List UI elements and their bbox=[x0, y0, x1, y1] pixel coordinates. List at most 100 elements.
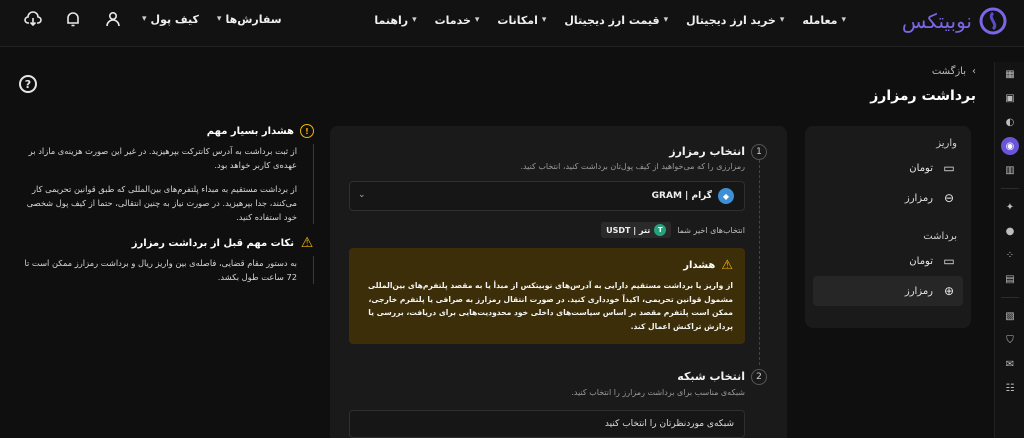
bank-icon: ▭ bbox=[943, 161, 955, 175]
nav-features[interactable]: امکانات ▾ bbox=[497, 14, 546, 27]
chevron-down-icon: ▾ bbox=[663, 15, 669, 25]
coin-icon[interactable]: ● bbox=[995, 219, 1024, 243]
chevron-down-icon: ▾ bbox=[541, 15, 547, 25]
network-select[interactable]: شبکه‌ی موردنظرتان را انتخاب کنید bbox=[349, 410, 745, 438]
download-app-icon[interactable] bbox=[22, 8, 44, 30]
step-2-subtitle: شبکه‌ی مناسب برای برداشت رمزارز را انتخا… bbox=[571, 388, 745, 397]
step-connector bbox=[759, 160, 760, 365]
chevron-down-icon: ⌄ bbox=[358, 190, 366, 200]
warning-triangle-icon: ⚠ bbox=[300, 235, 314, 251]
brand-name: نوبیتکس bbox=[901, 9, 972, 33]
withdraw-group-label: برداشت bbox=[923, 231, 957, 242]
menu-item-label: رمزارز bbox=[904, 192, 933, 204]
download-icon: ⊖ bbox=[943, 191, 955, 205]
wallet-icon[interactable]: ▣ bbox=[995, 86, 1024, 110]
nav-help-label: راهنما bbox=[374, 13, 409, 27]
note-header: ! هشدار بسیار مهم bbox=[12, 124, 314, 138]
top-bar: نوبیتکس معامله ▾ خرید ارز دیجیتال ▾ قیمت ا… bbox=[0, 0, 1024, 47]
nav-services-label: خدمات bbox=[434, 13, 471, 27]
rail-divider bbox=[1000, 188, 1019, 189]
breadcrumb[interactable]: بازگشت ‹ bbox=[932, 66, 976, 77]
nav-wallet[interactable]: ▾ کیف پول bbox=[142, 13, 199, 26]
nav-services[interactable]: خدمات ▾ bbox=[435, 14, 480, 27]
upload-icon: ⊕ bbox=[943, 284, 955, 298]
brand-logo[interactable]: نوبیتکس bbox=[902, 6, 1008, 36]
withdraw-tips-note: ⚠ نکات مهم قبل از برداشت رمزارز به دستور… bbox=[12, 235, 314, 284]
menu-deposit-crypto[interactable]: ⊖ رمزارز bbox=[813, 183, 963, 213]
note-title: هشدار بسیار مهم bbox=[206, 125, 294, 137]
nav-crypto-prices[interactable]: قیمت ارز دیجیتال ▾ bbox=[564, 14, 668, 27]
note-title: نکات مهم قبل از برداشت رمزارز bbox=[131, 237, 294, 249]
chart-icon[interactable]: ▥ bbox=[995, 158, 1024, 182]
recent-selections: انتخاب‌های اخیر شما T تتر | USDT bbox=[601, 222, 745, 238]
users-icon[interactable]: ☷ bbox=[995, 376, 1024, 400]
important-warning-note: ! هشدار بسیار مهم از ثبت برداشت به آدرس … bbox=[12, 124, 314, 224]
bell-icon[interactable] bbox=[62, 8, 84, 30]
note-header: ⚠ نکات مهم قبل از برداشت رمزارز bbox=[12, 235, 314, 251]
note-body: از ثبت برداشت به آدرس کانترکت بپرهیزید. … bbox=[12, 144, 314, 224]
notes-column: ! هشدار بسیار مهم از ثبت برداشت به آدرس … bbox=[12, 124, 314, 296]
nav-help[interactable]: راهنما ▾ bbox=[374, 14, 416, 27]
chevron-down-icon: ▾ bbox=[412, 15, 417, 25]
note-body: به دستور مقام قضایی، فاصله‌ی بین واریز ر… bbox=[12, 256, 314, 284]
page-title: برداشت رمزارز bbox=[870, 88, 976, 104]
network-icon[interactable]: ⁘ bbox=[995, 243, 1024, 267]
rail-divider bbox=[1000, 297, 1019, 298]
nav-wallet-label: کیف پول bbox=[150, 12, 199, 26]
nav-buy-crypto-label: خرید ارز دیجیتال bbox=[686, 13, 776, 27]
chevron-down-icon: ▾ bbox=[216, 14, 222, 24]
menu-deposit-toman[interactable]: ▭ تومان bbox=[813, 153, 963, 183]
chevron-down-icon: ▾ bbox=[841, 15, 846, 25]
bank-icon: ▭ bbox=[943, 254, 955, 268]
warning-box: ⚠ هشدار از واریز یا برداشت مستقیم دارایی… bbox=[349, 248, 745, 344]
step-2-title: انتخاب شبکه bbox=[677, 370, 745, 383]
chevron-down-icon: ▾ bbox=[779, 15, 785, 25]
dashboard-icon[interactable]: ▦ bbox=[995, 62, 1024, 86]
settings-icon[interactable]: ✦ bbox=[995, 195, 1024, 219]
main-nav: معامله ▾ خرید ارز دیجیتال ▾ قیمت ارز دیجیت… bbox=[374, 0, 846, 40]
profile-card-icon[interactable]: ▧ bbox=[995, 304, 1024, 328]
nav-buy-crypto[interactable]: خرید ارز دیجیتال ▾ bbox=[686, 14, 784, 27]
nav-orders-label: سفارش‌ها bbox=[225, 12, 282, 26]
network-select-placeholder: شبکه‌ی موردنظرتان را انتخاب کنید bbox=[604, 419, 734, 429]
help-icon[interactable]: ? bbox=[19, 75, 37, 93]
warning-body: از واریز یا برداشت مستقیم دارایی به آدرس… bbox=[368, 281, 733, 331]
menu-item-label: تومان bbox=[909, 255, 933, 267]
crypto-active-icon[interactable]: ◉ bbox=[995, 134, 1024, 158]
step-1-subtitle: رمزارزی را که می‌خواهید از کیف پول‌تان ب… bbox=[520, 162, 745, 171]
menu-item-label: تومان bbox=[909, 162, 933, 174]
user-icon[interactable] bbox=[102, 8, 124, 30]
recent-label: انتخاب‌های اخیر شما bbox=[677, 225, 745, 235]
shield-icon[interactable]: ⛉ bbox=[995, 328, 1024, 352]
note-paragraph: به دستور مقام قضایی، فاصله‌ی بین واریز ر… bbox=[24, 258, 297, 282]
clipboard-icon[interactable]: ▤ bbox=[995, 267, 1024, 291]
gram-coin-icon: ◆ bbox=[718, 188, 734, 204]
nav-trade-label: معامله bbox=[802, 13, 838, 27]
step-1-title: انتخاب رمزارز bbox=[669, 145, 745, 158]
nav-orders[interactable]: ▾ سفارش‌ها bbox=[217, 13, 282, 26]
note-paragraph: از برداشت مستقیم به مبداء پلتفرم‌های بین… bbox=[26, 184, 297, 222]
back-label: بازگشت bbox=[931, 66, 966, 77]
menu-withdraw-crypto[interactable]: ⊕ رمزارز bbox=[813, 276, 963, 306]
chevron-down-icon: ▾ bbox=[474, 15, 480, 25]
recent-chip-label: تتر | USDT bbox=[606, 225, 651, 235]
coin-select[interactable]: ◆ گرام | GRAM ⌄ bbox=[349, 181, 745, 211]
nav-crypto-prices-label: قیمت ارز دیجیتال bbox=[564, 13, 660, 27]
coin-select-value: گرام | GRAM bbox=[651, 191, 712, 201]
chevron-left-icon: ‹ bbox=[972, 66, 976, 77]
note-paragraph: از ثبت برداشت به آدرس کانترکت بپرهیزید. … bbox=[28, 146, 297, 170]
alert-circle-icon: ! bbox=[300, 124, 314, 138]
deposit-group-label: واریز bbox=[936, 138, 957, 149]
recent-chip-usdt[interactable]: T تتر | USDT bbox=[601, 222, 672, 238]
menu-withdraw-toman[interactable]: ▭ تومان bbox=[813, 246, 963, 276]
exchange-icon[interactable]: ◐ bbox=[995, 110, 1024, 134]
logo-mark-icon bbox=[979, 7, 1007, 35]
top-actions: ▾ کیف پول ▾ سفارش‌ها bbox=[22, 8, 282, 30]
warning-header: ⚠ هشدار bbox=[361, 258, 733, 273]
step-2-number: 2 bbox=[751, 369, 767, 385]
transfer-menu: واریز ▭ تومان ⊖ رمزارز برداشت ▭ تومان ⊕ … bbox=[805, 126, 971, 328]
step-1-number: 1 bbox=[751, 144, 767, 160]
mail-icon[interactable]: ✉ bbox=[995, 352, 1024, 376]
icon-rail: ▦ ▣ ◐ ◉ ▥ ✦ ● ⁘ ▤ ▧ ⛉ ✉ ☷ bbox=[994, 62, 1024, 438]
nav-trade[interactable]: معامله ▾ bbox=[802, 14, 846, 27]
